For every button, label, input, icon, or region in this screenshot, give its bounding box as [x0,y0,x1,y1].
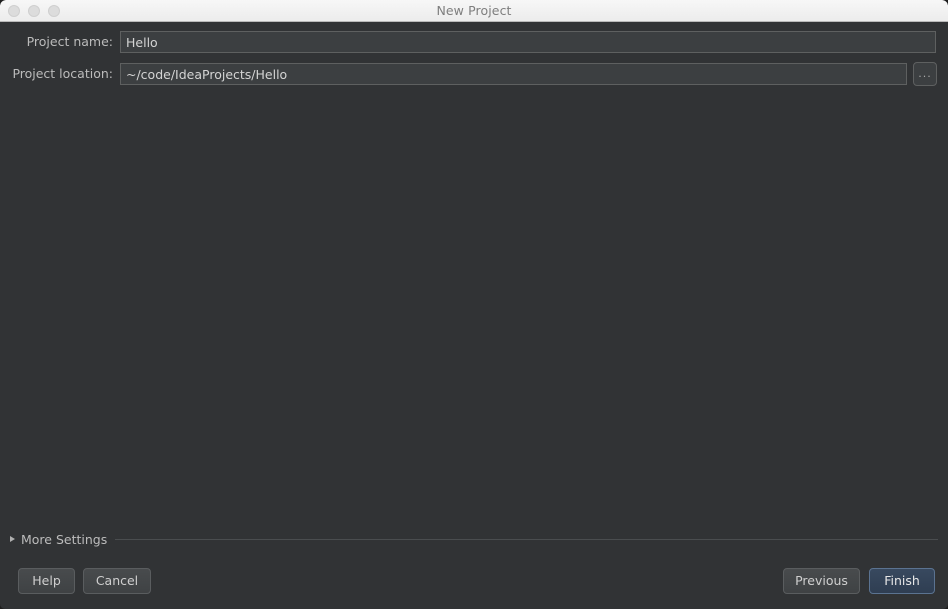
project-name-input[interactable] [120,31,936,53]
triangle-right-icon [10,536,15,542]
more-settings-separator [115,538,938,540]
project-form: Project name: Project location: ... [0,22,948,89]
more-settings-toggle[interactable]: More Settings [10,531,938,547]
cancel-button[interactable]: Cancel [83,568,151,594]
project-name-label: Project name: [26,34,113,49]
more-settings-label: More Settings [21,531,108,547]
project-location-label: Project location: [12,66,113,81]
project-location-row: Project location: ... [0,62,948,89]
title-bar: New Project [0,0,948,22]
window-title: New Project [436,3,512,18]
new-project-dialog: New Project Project name: Project locati… [0,0,948,609]
project-location-input[interactable] [120,63,907,85]
finish-button[interactable]: Finish [869,568,935,594]
help-button[interactable]: Help [18,568,75,594]
project-name-row: Project name: [0,31,948,57]
previous-button[interactable]: Previous [783,568,860,594]
browse-folder-button[interactable]: ... [913,62,937,86]
